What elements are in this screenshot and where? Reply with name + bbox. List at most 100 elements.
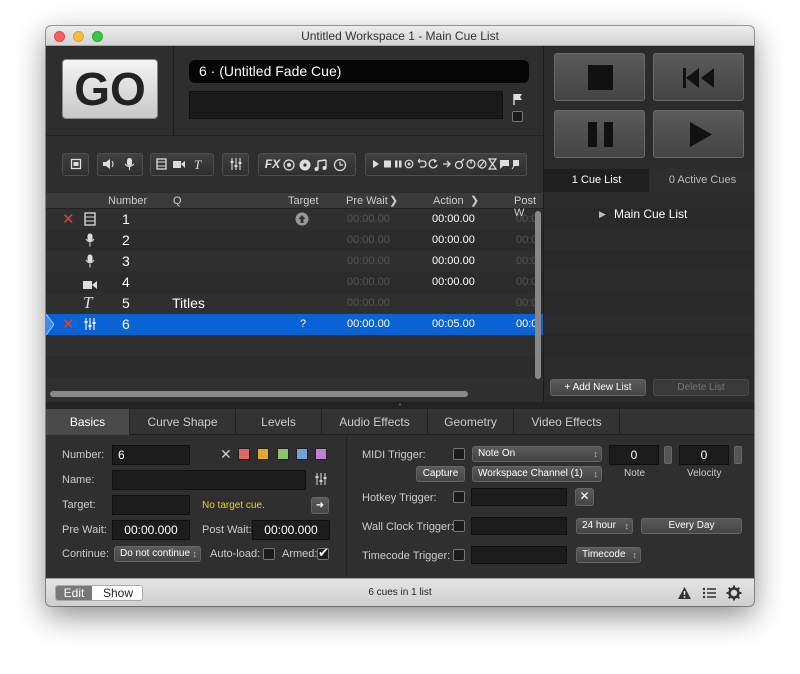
wallclock-trigger-checkbox[interactable] bbox=[453, 520, 465, 532]
video-icon bbox=[84, 212, 96, 229]
fader-icon bbox=[230, 158, 241, 171]
minimize-window-button[interactable] bbox=[73, 31, 84, 42]
midi-channel-select[interactable]: Workspace Channel (1) bbox=[472, 466, 602, 482]
number-field[interactable]: 6 bbox=[112, 445, 190, 465]
note-stepper[interactable] bbox=[664, 446, 672, 464]
video-cue-buttons[interactable]: T bbox=[150, 153, 214, 176]
zoom-window-button[interactable] bbox=[92, 31, 103, 42]
tab-video-effects[interactable]: Video Effects bbox=[514, 409, 620, 435]
pause-button[interactable] bbox=[554, 110, 645, 158]
add-list-button[interactable]: + Add New List bbox=[550, 379, 646, 396]
tab-cue-lists[interactable]: 1 Cue List bbox=[544, 169, 649, 192]
color-swatch-orange[interactable] bbox=[257, 448, 269, 460]
disclosure-triangle-icon[interactable]: ▶ bbox=[599, 209, 606, 220]
continue-mode-select[interactable]: Do not continue bbox=[114, 546, 201, 562]
cue-list-item[interactable]: Main Cue List bbox=[614, 207, 687, 221]
col-target-header[interactable]: Target bbox=[288, 195, 319, 207]
close-window-button[interactable] bbox=[54, 31, 65, 42]
transport-cue-buttons[interactable] bbox=[365, 153, 527, 176]
camera-icon bbox=[83, 277, 97, 293]
resume-button[interactable] bbox=[653, 110, 744, 158]
note-field[interactable]: 0 bbox=[609, 445, 659, 465]
rewind-button[interactable] bbox=[653, 53, 744, 101]
video-camera-text-icons: T bbox=[156, 157, 202, 172]
cue-number: 4 bbox=[122, 274, 130, 290]
col-number-header[interactable]: Number bbox=[108, 195, 147, 207]
clear-hotkey-button[interactable]: ✕ bbox=[575, 488, 594, 506]
group-cue-button[interactable] bbox=[62, 153, 89, 176]
table-row[interactable]: 3 00:00.00 00:00.00 00:0 bbox=[46, 251, 543, 272]
tab-basics[interactable]: Basics bbox=[46, 409, 130, 435]
hotkey-trigger-label: Hotkey Trigger: bbox=[362, 492, 437, 504]
horizontal-scrollbar[interactable] bbox=[50, 391, 468, 397]
table-row[interactable]: ✕ 1 00:00.00 00:00.00 00:0 bbox=[46, 209, 543, 230]
postwait-field[interactable]: 00:00.000 bbox=[252, 520, 330, 540]
capture-button[interactable]: Capture bbox=[416, 466, 465, 482]
cue-notes-field[interactable] bbox=[189, 91, 503, 119]
table-row[interactable]: 4 00:00.00 00:00.00 00:0 bbox=[46, 272, 543, 293]
table-row[interactable]: T 5 Titles 00:00.00 00:0 bbox=[46, 293, 543, 314]
group-icon bbox=[70, 158, 81, 170]
tab-geometry[interactable]: Geometry bbox=[428, 409, 514, 435]
tab-audio-effects[interactable]: Audio Effects bbox=[322, 409, 428, 435]
cue-count-summary: 6 cues in 1 list bbox=[368, 587, 432, 598]
clock-mode-select[interactable]: 24 hour bbox=[576, 518, 633, 534]
tab-levels[interactable]: Levels bbox=[236, 409, 322, 435]
color-swatch-red[interactable] bbox=[238, 448, 250, 460]
tab-active-cues[interactable]: 0 Active Cues bbox=[650, 169, 754, 192]
inspector-tabs: Basics Curve Shape Levels Audio Effects … bbox=[46, 409, 754, 435]
name-field[interactable] bbox=[112, 470, 306, 490]
stop-button[interactable] bbox=[554, 53, 645, 101]
timecode-trigger-label: Timecode Trigger: bbox=[362, 550, 451, 562]
checkmark-icon: ✔ bbox=[318, 545, 329, 560]
control-cue-buttons[interactable]: FX bbox=[258, 153, 356, 176]
go-button[interactable]: GO bbox=[62, 59, 158, 119]
target-arrow-icon[interactable] bbox=[295, 212, 309, 229]
days-button[interactable]: Every Day bbox=[641, 518, 742, 534]
cue-number: 5 bbox=[122, 295, 130, 311]
vertical-scrollbar[interactable] bbox=[535, 211, 541, 379]
gear-icon[interactable] bbox=[726, 585, 742, 604]
clear-color-icon[interactable]: ✕ bbox=[220, 446, 232, 463]
midi-trigger-label: MIDI Trigger: bbox=[362, 449, 426, 461]
autoload-checkbox[interactable] bbox=[263, 548, 275, 560]
flag-icon[interactable] bbox=[512, 93, 524, 108]
delete-list-button[interactable]: Delete List bbox=[653, 379, 749, 396]
row-stripe bbox=[46, 356, 543, 377]
col-q-header[interactable]: Q bbox=[173, 195, 182, 207]
midi-type-select[interactable]: Note On bbox=[472, 446, 602, 462]
velocity-field[interactable]: 0 bbox=[679, 445, 729, 465]
warning-icon[interactable] bbox=[677, 586, 692, 603]
target-field[interactable] bbox=[112, 495, 190, 515]
cue-action: 00:00.00 bbox=[432, 255, 475, 267]
col-prewait-header[interactable]: Pre Wait bbox=[346, 195, 388, 207]
velocity-stepper[interactable] bbox=[734, 446, 742, 464]
cue-action: 00:00.00 bbox=[432, 213, 475, 225]
color-swatch-blue[interactable] bbox=[296, 448, 308, 460]
timecode-field[interactable] bbox=[471, 546, 567, 564]
cue-number: 3 bbox=[122, 253, 130, 269]
midi-trigger-checkbox[interactable] bbox=[453, 448, 465, 460]
fade-cue-button[interactable] bbox=[222, 153, 249, 176]
armed-checkbox[interactable]: ✔ bbox=[317, 545, 329, 560]
hotkey-trigger-checkbox[interactable] bbox=[453, 491, 465, 503]
list-icon[interactable] bbox=[702, 586, 717, 603]
hotkey-field[interactable] bbox=[471, 488, 567, 506]
tab-curve-shape[interactable]: Curve Shape bbox=[130, 409, 236, 435]
audio-cue-buttons[interactable] bbox=[97, 153, 143, 176]
timecode-trigger-checkbox[interactable] bbox=[453, 549, 465, 561]
split-handle[interactable]: • bbox=[46, 402, 754, 409]
broken-cue-icon: ✕ bbox=[62, 316, 75, 333]
table-row[interactable]: 2 00:00.00 00:00.00 00:0 bbox=[46, 230, 543, 251]
go-to-target-button[interactable]: ➜ bbox=[311, 497, 329, 514]
col-action-header[interactable]: Action bbox=[433, 195, 464, 207]
rewind-icon bbox=[683, 68, 714, 88]
prewait-field[interactable]: 00:00.000 bbox=[112, 520, 190, 540]
mic-icon bbox=[85, 233, 95, 250]
timecode-format-select[interactable]: Timecode bbox=[576, 547, 641, 563]
wallclock-time-field[interactable] bbox=[471, 517, 567, 535]
color-swatch-purple[interactable] bbox=[315, 448, 327, 460]
flag-checkbox[interactable] bbox=[512, 111, 523, 122]
table-row-selected[interactable]: ✕ 6 ? 00:00.00 00:05.00 00:0 bbox=[46, 313, 543, 336]
color-swatch-green[interactable] bbox=[277, 448, 289, 460]
